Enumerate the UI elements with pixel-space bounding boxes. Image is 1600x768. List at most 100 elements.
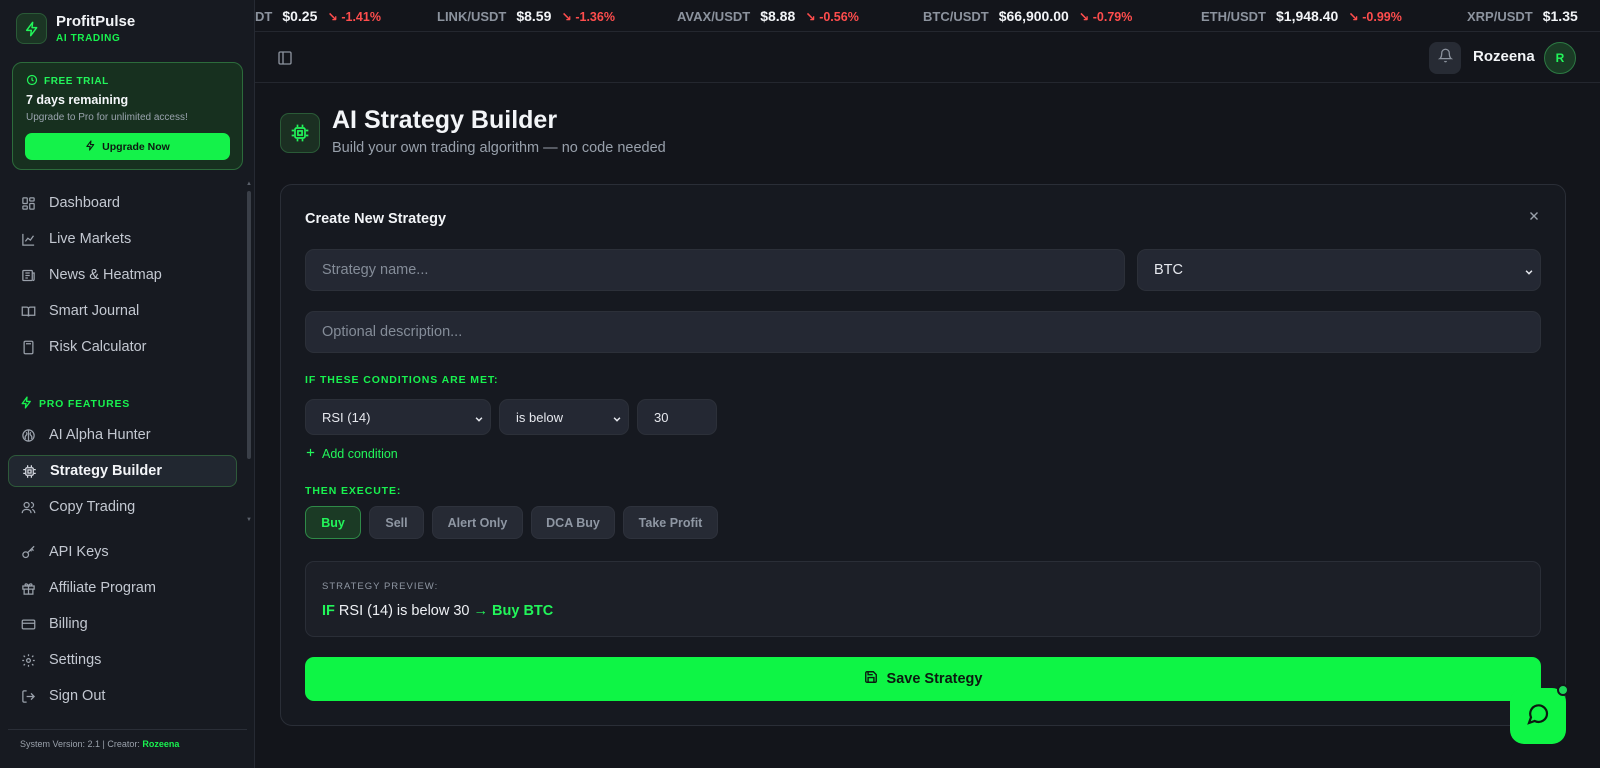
ticker-symbol: ETH/USDT <box>1201 9 1266 24</box>
close-icon[interactable] <box>1527 209 1545 227</box>
scroll-up-icon[interactable]: ▲ <box>246 181 252 187</box>
nav-item-risk-calculator[interactable]: Risk Calculator <box>8 331 237 363</box>
create-strategy-card: Create New Strategy Strategy name... BTC… <box>280 184 1566 726</box>
indicator-select[interactable]: RSI (14) <box>305 399 491 435</box>
sidebar-scrollbar[interactable]: ▲ ▼ <box>246 181 252 523</box>
nav-item-label: Affiliate Program <box>49 580 156 596</box>
nav-item-copy-trading[interactable]: Copy Trading <box>8 491 237 523</box>
action-alert-only-button[interactable]: Alert Only <box>432 506 523 539</box>
ticker-item[interactable]: XRP/USDT $1.35 <box>1467 8 1588 24</box>
nav-item-settings[interactable]: Settings <box>8 644 237 676</box>
nav-item-label: Settings <box>49 652 102 668</box>
ticker-price: $1.35 <box>1542 8 1578 24</box>
users-icon <box>20 499 36 515</box>
page-title: AI Strategy Builder <box>332 106 558 134</box>
scroll-down-icon[interactable]: ▼ <box>246 517 252 523</box>
ticker-price: $8.88 <box>760 8 796 24</box>
strategy-preview: STRATEGY PREVIEW: IF RSI (14) is below 3… <box>305 561 1541 637</box>
action-take-profit-button[interactable]: Take Profit <box>623 506 718 539</box>
sidebar: ProfitPulse AI TRADING FREE TRIAL 7 days… <box>0 0 255 768</box>
description-placeholder: Optional description... <box>322 324 463 340</box>
nav-item-dashboard[interactable]: Dashboard <box>8 187 237 219</box>
description-input[interactable]: Optional description... <box>305 311 1541 353</box>
ticker-change: ↘ -1.36% <box>561 10 615 24</box>
nav-item-live-markets[interactable]: Live Markets <box>8 223 237 255</box>
nav-item-news-heatmap[interactable]: News & Heatmap <box>8 259 237 291</box>
sidebar-toggle-icon[interactable] <box>277 50 293 66</box>
ticker-change: ↘ -0.56% <box>805 10 859 24</box>
nav-item-label: API Keys <box>49 544 109 560</box>
ticker-item[interactable]: LINK/USDT $8.59 ↘ -1.36% <box>437 8 615 24</box>
brand-name: ProfitPulse <box>56 12 136 30</box>
nav-item-api-keys[interactable]: API Keys <box>8 536 237 568</box>
clock-icon <box>26 74 38 89</box>
asset-select-value: BTC <box>1154 262 1183 278</box>
ticker-price: $1,948.40 <box>1276 8 1339 24</box>
nav-item-label: Dashboard <box>49 195 120 211</box>
logout-icon <box>20 688 36 704</box>
lightning-icon <box>16 13 47 44</box>
notifications-button[interactable] <box>1429 42 1461 74</box>
card-title: Create New Strategy <box>305 211 447 227</box>
ticker-item[interactable]: BTC/USDT $66,900.00 ↘ -0.79% <box>923 8 1132 24</box>
ticker-symbol: XRP/USDT <box>1467 9 1533 24</box>
ticker-change: ↘ -1.41% <box>327 10 381 24</box>
add-condition-label: Add condition <box>322 447 398 461</box>
trial-badge: FREE TRIAL <box>44 76 109 87</box>
operator-select[interactable]: is below <box>499 399 629 435</box>
add-condition-button[interactable]: Add condition <box>305 447 398 461</box>
ticker-symbol: LINK/USDT <box>437 9 507 24</box>
save-strategy-button[interactable]: Save Strategy <box>305 657 1541 701</box>
strategy-name-input[interactable]: Strategy name... <box>305 249 1125 291</box>
chat-button[interactable] <box>1510 688 1566 744</box>
book-icon <box>20 303 36 319</box>
ticker-item[interactable]: DT $0.25 ↘ -1.41% <box>255 8 381 24</box>
nav-item-label: AI Alpha Hunter <box>49 427 151 443</box>
upgrade-button[interactable]: Upgrade Now <box>25 133 230 160</box>
condition-value: 30 <box>654 409 669 425</box>
action-sell-button[interactable]: Sell <box>369 506 424 539</box>
divider <box>8 729 247 730</box>
key-icon <box>20 544 36 560</box>
creator-name: Rozeena <box>142 739 180 749</box>
trial-banner: FREE TRIAL 7 days remaining Upgrade to P… <box>12 62 243 170</box>
nav-item-strategy-builder[interactable]: Strategy Builder <box>8 455 237 487</box>
nav-item-label: News & Heatmap <box>49 267 162 283</box>
conditions-label: IF THESE CONDITIONS ARE MET: <box>305 374 499 386</box>
brand[interactable]: ProfitPulse AI TRADING <box>16 13 135 44</box>
page-subtitle: Build your own trading algorithm — no co… <box>332 140 666 156</box>
condition-value-input[interactable]: 30 <box>637 399 717 435</box>
brand-tagline: AI TRADING <box>56 32 121 44</box>
save-strategy-label: Save Strategy <box>886 671 983 687</box>
dashboard-icon <box>20 195 36 211</box>
plus-icon <box>305 447 316 461</box>
ticker-item[interactable]: ETH/USDT $1,948.40 ↘ -0.99% <box>1201 8 1402 24</box>
lightning-icon <box>20 396 33 412</box>
ticker-price: $8.59 <box>516 8 552 24</box>
nav-item-billing[interactable]: Billing <box>8 608 237 640</box>
nav-item-label: Live Markets <box>49 231 132 247</box>
top-bar: Rozeena R <box>255 33 1600 83</box>
gear-icon <box>20 652 36 668</box>
nav-item-affiliate-program[interactable]: Affiliate Program <box>8 572 237 604</box>
nav-item-smart-journal[interactable]: Smart Journal <box>8 295 237 327</box>
ticker-item[interactable]: AVAX/USDT $8.88 ↘ -0.56% <box>677 8 859 24</box>
username[interactable]: Rozeena <box>1473 48 1535 65</box>
preview-condition: RSI (14) is below 30 <box>338 603 470 619</box>
asset-select[interactable]: BTC <box>1137 249 1541 291</box>
system-footer: System Version: 2.1 | Creator: Rozeena <box>20 739 179 749</box>
avatar[interactable]: R <box>1544 42 1576 74</box>
preview-action: → Buy BTC <box>473 603 554 619</box>
bell-icon <box>1437 48 1453 68</box>
chip-icon <box>21 463 37 479</box>
nav-item-label: Billing <box>49 616 88 632</box>
ticker-price: $66,900.00 <box>998 8 1069 24</box>
nav-item-sign-out[interactable]: Sign Out <box>8 680 237 712</box>
scrollbar-thumb[interactable] <box>247 191 251 459</box>
trial-text: Upgrade to Pro for unlimited access! <box>26 112 188 123</box>
pro-features-label: PRO FEATURES <box>39 398 131 410</box>
ticker-symbol: BTC/USDT <box>923 9 989 24</box>
action-buy-button[interactable]: Buy <box>305 506 361 539</box>
nav-item-ai-alpha-hunter[interactable]: AI Alpha Hunter <box>8 419 237 451</box>
action-dca-buy-button[interactable]: DCA Buy <box>531 506 615 539</box>
